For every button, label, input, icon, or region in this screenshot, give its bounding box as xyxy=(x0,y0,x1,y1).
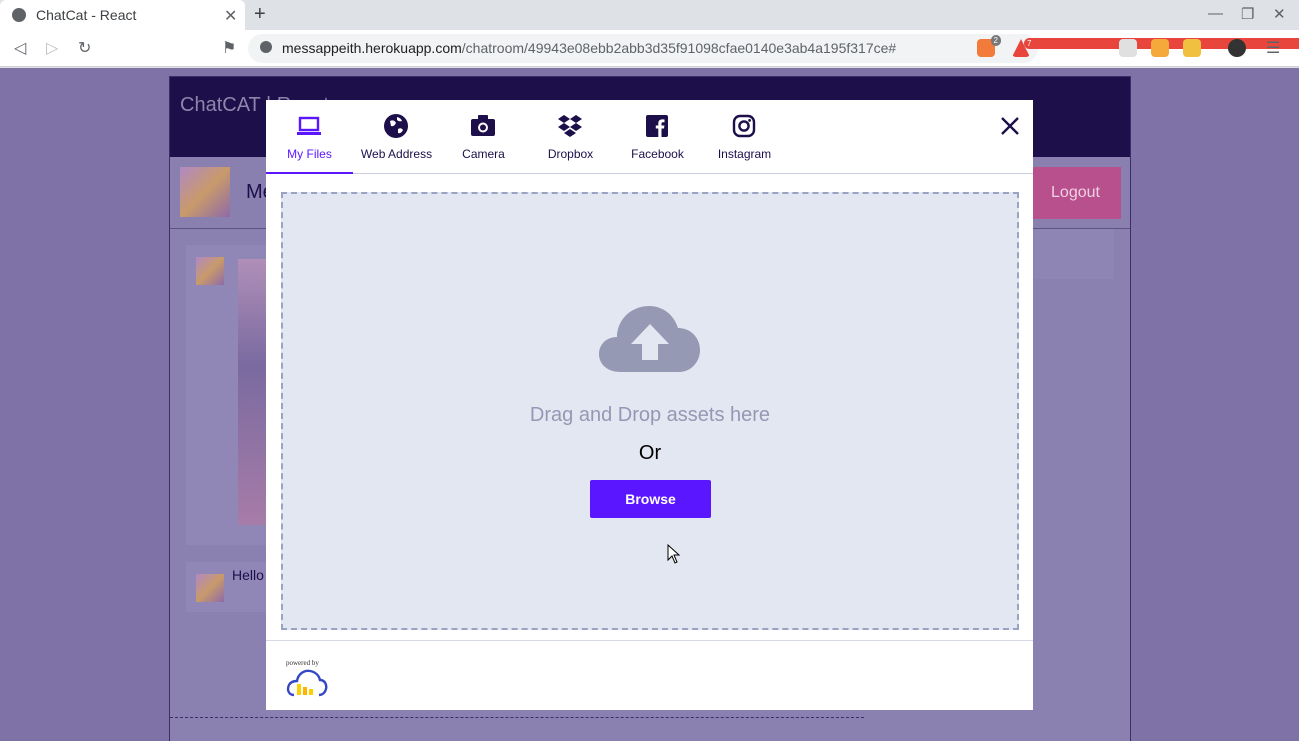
upload-widget-modal: My Files Web Address Camera Dropbox Face… xyxy=(266,100,1033,710)
tab-label: Facebook xyxy=(631,147,684,161)
forward-icon[interactable]: ▷ xyxy=(46,38,58,58)
close-icon[interactable] xyxy=(998,114,1022,138)
message-image[interactable] xyxy=(238,259,268,525)
tab-label: Web Address xyxy=(360,147,433,161)
online-users-panel xyxy=(1034,229,1114,279)
new-tab-icon[interactable]: + xyxy=(254,3,266,26)
tab-instagram[interactable]: Instagram xyxy=(701,100,788,173)
tab-camera[interactable]: Camera xyxy=(440,100,527,173)
extension-icon[interactable] xyxy=(1119,39,1137,57)
tab-label: Dropbox xyxy=(547,147,594,161)
back-icon[interactable]: ◁ xyxy=(14,38,26,58)
reload-icon[interactable]: ↻ xyxy=(78,38,91,58)
metamask-icon[interactable] xyxy=(1151,39,1169,57)
modal-footer: powered by xyxy=(266,640,1033,710)
restore-icon[interactable]: ❐ xyxy=(1241,5,1254,23)
cloudinary-logo-icon[interactable] xyxy=(286,669,328,702)
url-host: messappeith.herokuapp.com xyxy=(282,40,462,56)
tab-web-address[interactable]: Web Address xyxy=(353,100,440,173)
laptop-icon xyxy=(295,112,323,140)
facebook-icon xyxy=(643,112,671,140)
browse-button[interactable]: Browse xyxy=(590,480,711,518)
shield-badge: 2 xyxy=(990,35,1001,46)
avatar xyxy=(180,167,230,217)
browser-tab[interactable]: ChatCat - React ✕ xyxy=(0,0,245,30)
url-text: messappeith.herokuapp.com/chatroom/49943… xyxy=(282,40,896,56)
globe-favicon-icon xyxy=(12,8,26,22)
menu-icon[interactable]: ☰ xyxy=(1266,38,1280,58)
drag-drop-text: Drag and Drop assets here xyxy=(529,404,771,426)
globe-icon xyxy=(382,112,410,140)
or-text: Or xyxy=(638,442,662,464)
address-bar[interactable]: messappeith.herokuapp.com/chatroom/49943… xyxy=(248,34,1038,63)
tab-label: My Files xyxy=(287,147,332,161)
bookmark-icon[interactable]: ⚑ xyxy=(222,38,236,58)
mouse-cursor-icon xyxy=(667,543,681,569)
browser-tab-title: ChatCat - React xyxy=(36,7,137,23)
composer-border xyxy=(170,717,864,718)
instagram-icon xyxy=(730,112,758,140)
browser-toolbar: ◁ ▷ ↻ ⚑ messappeith.herokuapp.com/chatro… xyxy=(0,30,1299,67)
camera-icon xyxy=(469,112,497,140)
dropbox-icon xyxy=(556,112,584,140)
drop-zone[interactable]: Drag and Drop assets here Or Browse xyxy=(281,192,1019,630)
minimize-icon[interactable]: — xyxy=(1208,5,1223,22)
browser-tab-bar: ChatCat - React ✕ + — ❐ ✕ xyxy=(0,0,1299,30)
tab-label: Camera xyxy=(462,147,505,161)
tab-close-icon[interactable]: ✕ xyxy=(224,6,237,26)
url-path: /chatroom/49943e08ebb2abb3d35f91098cfae0… xyxy=(461,40,897,56)
avatar xyxy=(196,257,224,285)
message-text: Hello xyxy=(232,567,264,583)
window-close-icon[interactable]: ✕ xyxy=(1273,5,1286,23)
logout-button[interactable]: Logout xyxy=(1030,167,1121,219)
extension-icon-2[interactable] xyxy=(1183,39,1201,57)
brave-shield-icon[interactable]: 2 xyxy=(977,35,1001,57)
tab-label: Instagram xyxy=(717,147,772,161)
tab-dropbox[interactable]: Dropbox xyxy=(527,100,614,173)
cloud-upload-icon xyxy=(599,304,701,379)
avatar xyxy=(196,574,224,602)
tab-facebook[interactable]: Facebook xyxy=(614,100,701,173)
profile-avatar-icon[interactable] xyxy=(1228,39,1246,57)
source-tabs: My Files Web Address Camera Dropbox Face… xyxy=(266,100,1033,174)
tab-my-files[interactable]: My Files xyxy=(266,100,353,174)
site-info-icon[interactable] xyxy=(260,41,272,53)
powered-by-text: powered by xyxy=(286,659,319,667)
